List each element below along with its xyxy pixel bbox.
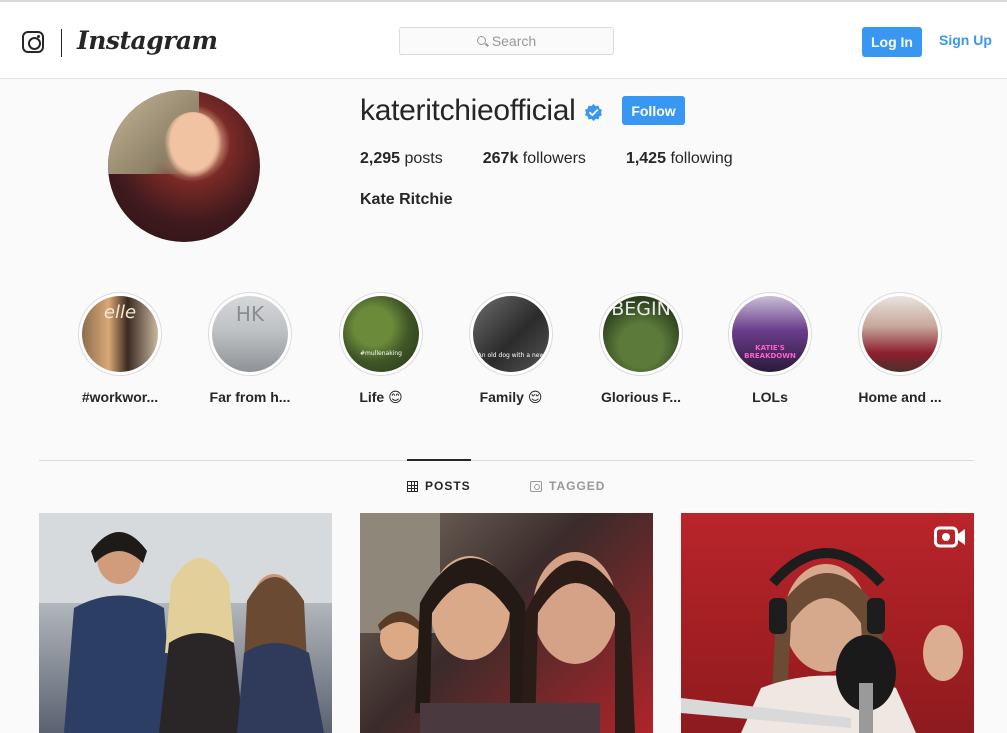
search-placeholder: Search: [491, 33, 537, 49]
highlight-label: Life 😊: [359, 389, 403, 405]
followers-label: followers: [522, 150, 586, 167]
highlight-cover: HK: [212, 296, 288, 372]
highlight-cover-text: elle: [103, 302, 137, 323]
verified-badge-icon: [584, 103, 602, 121]
video-icon: [934, 526, 965, 548]
username-row: kateritchieofficial: [360, 94, 603, 128]
following-label: following: [670, 150, 733, 167]
sign-up-link[interactable]: Sign Up: [939, 32, 992, 48]
highlight-label: Family 😌: [479, 389, 543, 405]
profile-username: kateritchieofficial: [360, 94, 576, 127]
following-count: 1,425: [625, 150, 666, 167]
posts-count: 2,295: [360, 150, 401, 167]
tab-posts[interactable]: POSTS: [407, 479, 471, 493]
highlight-ring: An old dog with a new: [469, 292, 553, 376]
tab-tagged[interactable]: TAGGED: [530, 479, 605, 493]
story-highlight[interactable]: elle #workwor...: [55, 292, 185, 405]
profile-stats: 2,295 posts 267k followers 1,425 followi…: [360, 150, 773, 168]
top-nav-bar: Instagram Search Log In Sign Up: [0, 2, 1007, 79]
highlight-cover: KATIE'S BREAKDOWN: [732, 296, 808, 372]
highlight-cover-text: HK: [235, 302, 265, 326]
highlight-label: Home and ...: [858, 389, 942, 405]
following-stat[interactable]: 1,425 following: [626, 150, 733, 168]
profile-full-name: Kate Ritchie: [360, 191, 453, 208]
highlight-cover: [862, 296, 938, 372]
highlight-ring: KATIE'S BREAKDOWN: [728, 292, 812, 376]
highlight-label: Glorious F...: [600, 389, 682, 405]
story-highlight[interactable]: #mullenaking Life 😊: [316, 292, 446, 406]
followers-count: 267k: [482, 150, 519, 167]
highlight-cover-text: KATIE'S BREAKDOWN: [744, 344, 796, 360]
tagged-icon: [530, 480, 542, 492]
grid-icon: [407, 480, 418, 492]
story-highlight[interactable]: Home and ...: [835, 292, 965, 405]
highlight-cover-text: An old dog with a new: [477, 352, 545, 359]
highlight-ring: #mullenaking: [339, 292, 423, 376]
tab-posts-label: POSTS: [425, 479, 471, 493]
log-in-button[interactable]: Log In: [862, 27, 922, 57]
follow-button[interactable]: Follow: [622, 96, 685, 125]
profile-avatar[interactable]: [108, 90, 260, 242]
highlight-cover: elle: [82, 296, 158, 372]
post-thumbnail[interactable]: [360, 513, 653, 733]
story-highlight[interactable]: BEGIN Glorious F...: [576, 292, 706, 405]
active-tab-indicator: [407, 459, 471, 461]
post-thumbnail[interactable]: [681, 513, 974, 733]
logo-divider: [61, 29, 62, 57]
highlight-ring: HK: [208, 292, 292, 376]
highlight-cover-text: #mullenaking: [360, 350, 402, 357]
post-thumbnail[interactable]: [39, 513, 332, 733]
highlight-cover: BEGIN: [603, 296, 679, 372]
search-input[interactable]: Search: [399, 27, 614, 55]
followers-stat[interactable]: 267k followers: [483, 150, 586, 168]
search-icon: [476, 35, 486, 45]
post-image: [681, 548, 963, 733]
highlight-label: Far from h...: [209, 389, 291, 405]
posts-count-label: posts: [404, 150, 443, 167]
tab-tagged-label: TAGGED: [549, 479, 606, 493]
post-image: [39, 513, 332, 733]
highlight-ring: [858, 292, 942, 376]
post-image: [360, 513, 635, 733]
highlight-ring: elle: [78, 292, 162, 376]
highlight-label: LOLs: [752, 389, 788, 405]
highlight-cover: #mullenaking: [343, 296, 419, 372]
highlight-ring: BEGIN: [599, 292, 683, 376]
highlight-label: #workwor...: [81, 389, 159, 405]
posts-count-stat: 2,295 posts: [360, 150, 443, 168]
story-highlight[interactable]: HK Far from h...: [185, 292, 315, 405]
instagram-wordmark[interactable]: Instagram: [77, 26, 218, 55]
tabs-divider: [39, 460, 974, 461]
story-highlight[interactable]: KATIE'S BREAKDOWN LOLs: [705, 292, 835, 405]
highlight-cover-text: BEGIN: [611, 298, 671, 320]
highlight-cover: An old dog with a new: [473, 296, 549, 372]
story-highlight[interactable]: An old dog with a new Family 😌: [446, 292, 576, 406]
instagram-camera-icon[interactable]: [22, 31, 44, 53]
